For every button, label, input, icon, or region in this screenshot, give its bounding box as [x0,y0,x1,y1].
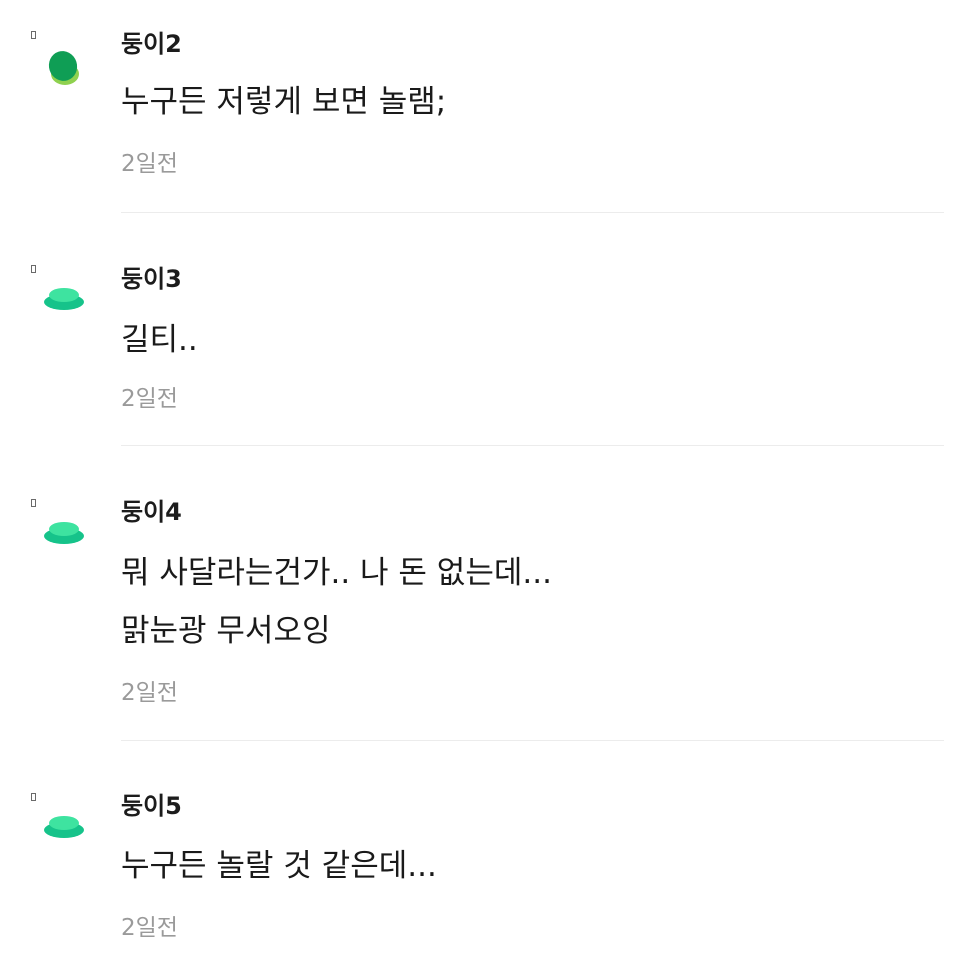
comment-item: 둥이5 누구든 놀랄 것 같은데... 2일전 [0,762,966,957]
comment-author[interactable]: 둥이2 [121,29,182,59]
avatar[interactable] [42,284,86,328]
comment-list: 둥이2 누구든 저렇게 보면 놀램; 2일전 둥이3 길티.. 2일전 둥이4 … [0,0,966,957]
comment-item: 둥이4 뭐 사달라는건가.. 나 돈 없는데... 맑눈광 무서오잉 2일전 [0,468,966,762]
comment-author[interactable]: 둥이4 [121,497,182,527]
comment-timestamp: 2일전 [121,386,178,412]
divider [121,445,944,446]
avatar[interactable] [42,518,86,562]
comment-author[interactable]: 둥이3 [121,264,182,294]
mint-layers-icon [44,816,84,838]
divider [121,740,944,741]
comment-item: 둥이2 누구든 저렇게 보면 놀램; 2일전 [0,0,966,234]
comment-timestamp: 2일전 [121,680,178,706]
status-marker-icon [31,793,36,801]
status-marker-icon [31,265,36,273]
comment-text: 뭐 사달라는건가.. 나 돈 없는데... [121,555,552,591]
mint-layers-icon [44,288,84,310]
comment-text: 누구든 놀랄 것 같은데... [121,848,437,884]
avatar[interactable] [42,44,86,88]
status-marker-icon [31,499,36,507]
comment-text: 누구든 저렇게 보면 놀램; [121,84,447,120]
mint-layers-icon [44,522,84,544]
comment-text: 길티.. [121,322,198,358]
green-blob-icon [48,51,79,85]
divider [121,212,944,213]
comment-item: 둥이3 길티.. 2일전 [0,234,966,468]
comment-timestamp: 2일전 [121,151,178,177]
comment-author[interactable]: 둥이5 [121,791,182,821]
status-marker-icon [31,31,36,39]
comment-timestamp: 2일전 [121,915,178,941]
comment-text: 맑눈광 무서오잉 [121,613,331,649]
avatar[interactable] [42,812,86,856]
